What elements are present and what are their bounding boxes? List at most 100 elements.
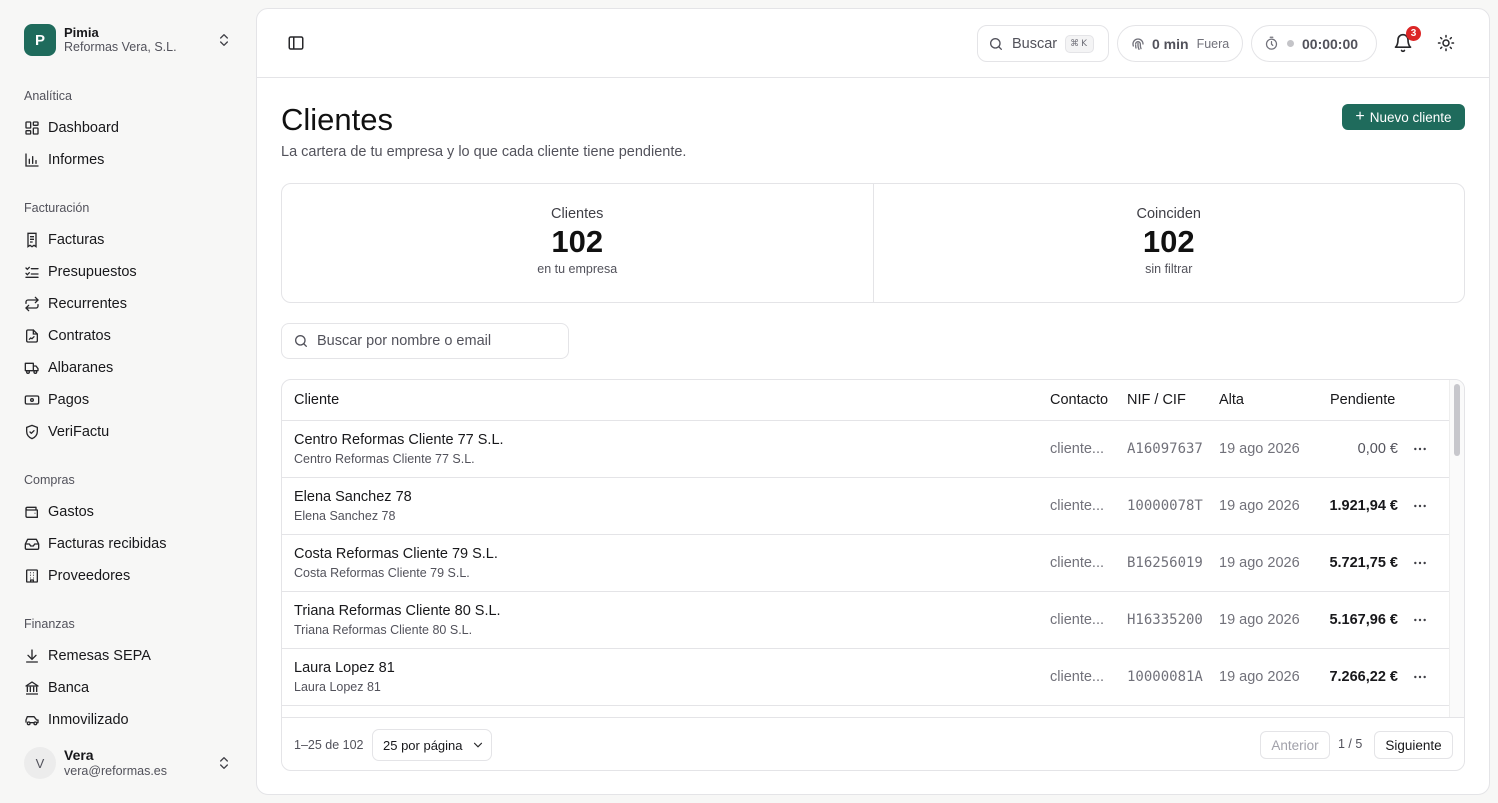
stat-matching-clients: Coinciden 102 sin filtrar: [872, 184, 1465, 302]
timer-control[interactable]: 00:00:00: [1251, 25, 1377, 62]
keyboard-shortcut: ⌘K: [1065, 34, 1095, 53]
client-pending-amount: 5.167,96 €: [1329, 612, 1398, 628]
sidebar-item-label: Facturas recibidas: [48, 536, 167, 552]
sidebar-item-facturas-recibidas[interactable]: Facturas recibidas: [0, 528, 256, 560]
more-horizontal-icon[interactable]: [1412, 610, 1428, 630]
sidebar-item-informes[interactable]: Informes: [0, 144, 256, 176]
sidebar-item-recurrentes[interactable]: Recurrentes: [0, 288, 256, 320]
plus-icon: +: [1355, 108, 1365, 125]
sidebar-item-facturas[interactable]: Facturas: [0, 224, 256, 256]
topbar: Buscar ⌘K 0 min Fuera 00:00:00 3: [257, 9, 1489, 78]
stat-label: Coinciden: [1136, 206, 1202, 222]
previous-page-button[interactable]: Anterior: [1260, 731, 1330, 759]
column-header-pendiente[interactable]: Pendiente: [1330, 392, 1395, 408]
column-header-cliente[interactable]: Cliente: [294, 392, 339, 408]
column-header-alta[interactable]: Alta: [1219, 392, 1244, 408]
sidebar-item-label: Contratos: [48, 328, 111, 344]
nav-section-finanzas: Finanzas Remesas SEPA Banca Inmovilizado: [0, 616, 256, 736]
sidebar-item-albaranes[interactable]: Albaranes: [0, 352, 256, 384]
sidebar-item-label: Informes: [48, 152, 105, 168]
page-size-select[interactable]: 25 por página: [372, 729, 492, 761]
car-icon: [24, 712, 40, 728]
client-name[interactable]: Laura Lopez 81: [294, 660, 395, 676]
stopwatch-icon: [1264, 36, 1279, 51]
new-client-button[interactable]: + Nuevo cliente: [1342, 104, 1465, 130]
column-header-contacto[interactable]: Contacto: [1050, 392, 1108, 408]
table-pagination: 1–25 de 102 25 por página Anterior 1 / 5…: [282, 717, 1464, 770]
fingerprint-icon: [1130, 36, 1146, 52]
table-row[interactable]: Costa Reformas Cliente 79 S.L. Costa Ref…: [282, 535, 1450, 592]
client-pending-amount: 7.266,22 €: [1329, 669, 1398, 685]
sidebar-toggle-icon[interactable]: [287, 34, 305, 52]
client-search-input[interactable]: [317, 333, 557, 349]
sidebar-item-remesas-sepa[interactable]: Remesas SEPA: [0, 640, 256, 672]
client-legal-name: Laura Lopez 81: [294, 680, 381, 694]
org-switcher[interactable]: P Pimia Reformas Vera, S.L.: [24, 24, 236, 56]
more-horizontal-icon[interactable]: [1412, 439, 1428, 459]
table-body: Centro Reformas Cliente 77 S.L. Centro R…: [282, 421, 1450, 717]
nav-section-title: Finanzas: [24, 617, 75, 631]
sidebar-item-pagos[interactable]: Pagos: [0, 384, 256, 416]
sidebar-item-inmovilizado[interactable]: Inmovilizado: [0, 704, 256, 736]
timer-value: 00:00:00: [1302, 35, 1359, 52]
sidebar-item-gastos[interactable]: Gastos: [0, 496, 256, 528]
table-row[interactable]: Triana Reformas Cliente 80 S.L. Triana R…: [282, 592, 1450, 649]
stat-note: sin filtrar: [1145, 262, 1193, 276]
client-nif: B16256019: [1127, 555, 1203, 571]
client-name[interactable]: Costa Reformas Cliente 79 S.L.: [294, 546, 498, 562]
table-scrollbar[interactable]: [1449, 380, 1464, 717]
search-icon: [988, 36, 1004, 52]
client-contact: cliente...: [1050, 498, 1104, 514]
user-menu[interactable]: V Vera vera@reformas.es: [24, 746, 236, 780]
new-client-label: Nuevo cliente: [1369, 109, 1452, 125]
sidebar-item-banca[interactable]: Banca: [0, 672, 256, 704]
truck-icon: [24, 360, 40, 376]
client-nif: H16335200: [1127, 612, 1203, 628]
table-row[interactable]: Centro Reformas Cliente 77 S.L. Centro R…: [282, 421, 1450, 478]
sun-icon[interactable]: [1437, 34, 1455, 52]
user-name: Vera: [64, 747, 94, 763]
nav-section-compras: Compras Gastos Facturas recibidas Provee…: [0, 472, 256, 592]
client-created-date: 19 ago 2026: [1219, 612, 1300, 628]
client-created-date: 19 ago 2026: [1219, 555, 1300, 571]
client-search-field[interactable]: [281, 323, 569, 359]
scrollbar-thumb[interactable]: [1454, 384, 1460, 456]
client-name[interactable]: Elena Sanchez 78: [294, 489, 412, 505]
download-icon: [24, 648, 40, 664]
clock-in-status[interactable]: 0 min Fuera: [1117, 25, 1243, 62]
stat-value: 102: [551, 224, 604, 259]
client-legal-name: Elena Sanchez 78: [294, 509, 396, 523]
table-row[interactable]: Elena Sanchez 78 Elena Sanchez 78 client…: [282, 478, 1450, 535]
more-horizontal-icon[interactable]: [1412, 667, 1428, 687]
user-email: vera@reformas.es: [64, 764, 167, 778]
contract-icon: [24, 328, 40, 344]
next-page-button[interactable]: Siguiente: [1374, 731, 1453, 759]
wallet-icon: [24, 504, 40, 520]
client-name[interactable]: Triana Reformas Cliente 80 S.L.: [294, 603, 501, 619]
table-row-partial[interactable]: [282, 706, 1450, 717]
sidebar-item-proveedores[interactable]: Proveedores: [0, 560, 256, 592]
client-name[interactable]: Centro Reformas Cliente 77 S.L.: [294, 432, 504, 448]
clients-table: Cliente Contacto NIF / CIF Alta Pendient…: [281, 379, 1465, 771]
global-search-button[interactable]: Buscar ⌘K: [977, 25, 1109, 62]
sidebar-item-contratos[interactable]: Contratos: [0, 320, 256, 352]
avatar: V: [24, 747, 56, 779]
client-created-date: 19 ago 2026: [1219, 441, 1300, 457]
more-horizontal-icon[interactable]: [1412, 496, 1428, 516]
more-horizontal-icon[interactable]: [1412, 553, 1428, 573]
stats-card: Clientes 102 en tu empresa Coinciden 102…: [281, 183, 1465, 303]
column-header-nif[interactable]: NIF / CIF: [1127, 392, 1186, 408]
sidebar-item-label: VeriFactu: [48, 424, 110, 440]
org-name: Pimia: [64, 25, 99, 40]
sidebar-item-label: Facturas: [48, 232, 105, 248]
sidebar-item-verifactu[interactable]: VeriFactu: [0, 416, 256, 448]
sidebar-item-label: Presupuestos: [48, 264, 137, 280]
table-row[interactable]: Laura Lopez 81 Laura Lopez 81 cliente...…: [282, 649, 1450, 706]
banknote-icon: [24, 392, 40, 408]
sidebar-item-dashboard[interactable]: Dashboard: [0, 112, 256, 144]
client-pending-amount: 1.921,94 €: [1329, 498, 1398, 514]
sidebar-item-presupuestos[interactable]: Presupuestos: [0, 256, 256, 288]
client-nif: 10000081A: [1127, 669, 1203, 685]
building-icon: [24, 568, 40, 584]
sidebar-item-label: Inmovilizado: [48, 712, 129, 728]
